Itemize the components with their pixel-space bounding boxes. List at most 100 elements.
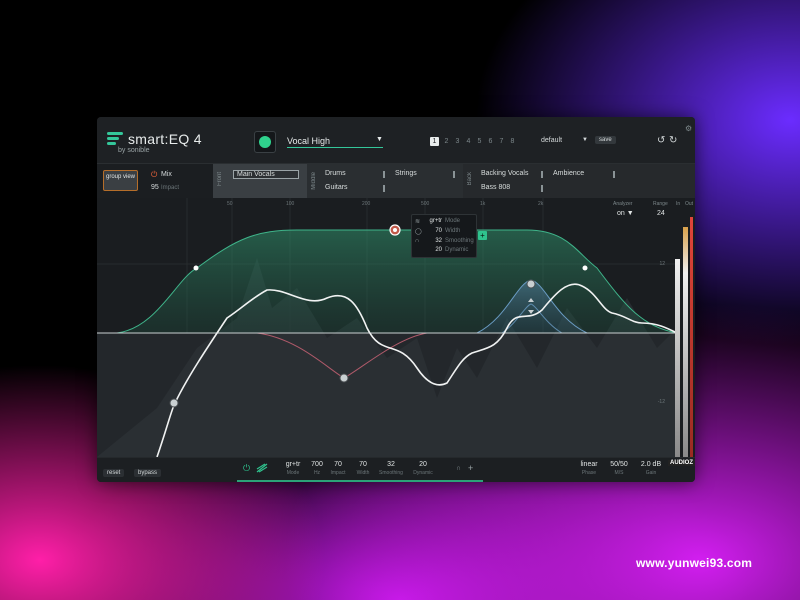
- param-smoothing[interactable]: 32 Smoothing: [377, 461, 405, 476]
- freq-label: 100: [286, 201, 295, 207]
- chevron-down-icon: ▼: [626, 210, 634, 217]
- smooth-icon: ∩: [415, 238, 420, 244]
- param-label: M/S: [614, 470, 624, 476]
- track-bass-808[interactable]: Bass 808: [481, 184, 543, 192]
- chevron-down-icon[interactable]: ▼: [582, 137, 588, 143]
- param-impact[interactable]: 70 Impact: [324, 461, 352, 476]
- redo-icon[interactable]: ↻: [669, 135, 677, 146]
- param-label: Width: [356, 470, 370, 476]
- node-peak: [526, 279, 536, 289]
- track-level: [453, 171, 455, 178]
- param-mid-side[interactable]: 50/50 M/S: [605, 461, 633, 476]
- output-meter-label: Out: [685, 201, 694, 207]
- track-level: [613, 171, 615, 178]
- eq-curve-canvas[interactable]: [97, 198, 695, 457]
- param-gain[interactable]: 2.0 dB Gain: [635, 461, 667, 476]
- group-target-curve: [116, 229, 678, 334]
- track-backing-vocals[interactable]: Backing Vocals: [481, 170, 543, 178]
- slot-7[interactable]: 7: [498, 137, 505, 146]
- param-label: Smoothing: [379, 470, 403, 476]
- track-level: [541, 171, 543, 178]
- track-guitars[interactable]: Guitars: [325, 184, 385, 192]
- add-icon[interactable]: +: [468, 463, 473, 473]
- track-label: Drums: [325, 170, 346, 177]
- preset-profile-button[interactable]: [254, 131, 276, 153]
- freq-label: 50: [227, 201, 233, 207]
- eq-graph[interactable]: 50 100 200 500 1k 2k 12 -12 Analyzer on …: [97, 198, 695, 457]
- smart-eq-window: smart:EQ 4 by sonible Vocal High ▼ 1 2 3…: [97, 117, 695, 482]
- snapshot-slots: 1 2 3 4 5 6 7 8: [430, 137, 516, 146]
- settings-icon[interactable]: ⚙: [685, 124, 692, 133]
- save-button[interactable]: save: [595, 136, 616, 144]
- popup-value: 70: [435, 228, 442, 234]
- popup-row-smoothing[interactable]: ∩ 32 Smoothing: [415, 238, 474, 244]
- chevron-down-icon[interactable]: ▼: [376, 136, 383, 143]
- param-value: 2.0 dB: [640, 461, 662, 468]
- param-value: linear: [580, 461, 598, 468]
- param-value: 32: [387, 461, 395, 468]
- section-label-back: Back: [467, 172, 473, 186]
- slot-8[interactable]: 8: [509, 137, 516, 146]
- section-back: Back Backing Vocals Ambience Bass 808: [463, 164, 695, 199]
- range-value[interactable]: 24: [657, 210, 665, 217]
- track-label: Strings: [395, 170, 417, 177]
- slot-6[interactable]: 6: [487, 137, 494, 146]
- popup-label: Dynamic: [445, 247, 469, 253]
- group-view-button[interactable]: group view: [103, 170, 138, 191]
- profile-select[interactable]: default: [541, 137, 562, 144]
- analyzer-label: Analyzer: [613, 201, 633, 207]
- track-level: [383, 185, 385, 192]
- shape-icon: ≋: [415, 219, 421, 225]
- freq-label: 1k: [480, 201, 486, 207]
- band-power-icon[interactable]: ⏻: [243, 463, 250, 474]
- mix-value[interactable]: 95: [151, 184, 159, 191]
- section-label-front: Front: [217, 172, 223, 187]
- popup-value: 32: [435, 238, 442, 244]
- bypass-button[interactable]: bypass: [134, 469, 162, 477]
- output-meter-peak: [690, 217, 693, 457]
- watermark: www.yunwei93.com: [636, 556, 753, 570]
- slot-3[interactable]: 3: [454, 137, 461, 146]
- analyzer-select[interactable]: on ▼: [617, 210, 634, 217]
- node-highpass: [169, 398, 179, 408]
- track-strings[interactable]: Strings: [395, 170, 455, 178]
- freq-label: 500: [421, 201, 430, 207]
- add-band-button[interactable]: +: [478, 231, 487, 240]
- param-dynamic[interactable]: 20 Dynamic: [409, 461, 437, 476]
- band-popup: ≋ gr+tr Mode ◯ 70 Width ∩ 32 Smoothing 2…: [411, 214, 477, 258]
- slot-4[interactable]: 4: [465, 137, 472, 146]
- param-label: Phase: [581, 470, 597, 476]
- param-value: 20: [419, 461, 427, 468]
- undo-icon[interactable]: ↺: [657, 135, 665, 146]
- power-icon[interactable]: ⏻: [151, 170, 157, 180]
- track-level: [383, 171, 385, 178]
- status-dot-icon: [259, 136, 271, 148]
- param-label: Dynamic: [413, 470, 433, 476]
- output-meter: [683, 227, 688, 457]
- track-label: Guitars: [325, 184, 348, 191]
- preset-name[interactable]: Vocal High: [287, 136, 330, 146]
- top-bar: smart:EQ 4 by sonible Vocal High ▼ 1 2 3…: [97, 117, 695, 163]
- popup-row-dynamic[interactable]: 20 Dynamic: [415, 247, 468, 253]
- input-meter-label: In: [676, 201, 681, 207]
- app-vendor: by sonible: [118, 147, 150, 154]
- track-ambience[interactable]: Ambience: [553, 170, 615, 178]
- band-selector-strip: [237, 480, 483, 482]
- track-label: Ambience: [553, 170, 585, 177]
- param-width[interactable]: 70 Width: [349, 461, 377, 476]
- slot-2[interactable]: 2: [443, 137, 450, 146]
- node-cut: [339, 373, 349, 383]
- popup-row-mode[interactable]: ≋ gr+tr Mode: [415, 218, 460, 225]
- node-low-shelf: [193, 265, 199, 271]
- headphones-icon[interactable]: ∩: [456, 465, 461, 472]
- track-drums[interactable]: Drums: [325, 170, 385, 178]
- slot-5[interactable]: 5: [476, 137, 483, 146]
- audioz-badge: AUDIOZ: [668, 460, 695, 466]
- popup-value: gr+tr: [429, 218, 442, 224]
- reset-button[interactable]: reset: [103, 469, 125, 477]
- popup-row-width[interactable]: ◯ 70 Width: [415, 228, 460, 235]
- param-phase[interactable]: linear Phase: [575, 461, 603, 476]
- slot-1[interactable]: 1: [430, 137, 439, 146]
- band-shape-icon[interactable]: [256, 463, 268, 473]
- track-main-vocals[interactable]: Main Vocals: [233, 170, 299, 179]
